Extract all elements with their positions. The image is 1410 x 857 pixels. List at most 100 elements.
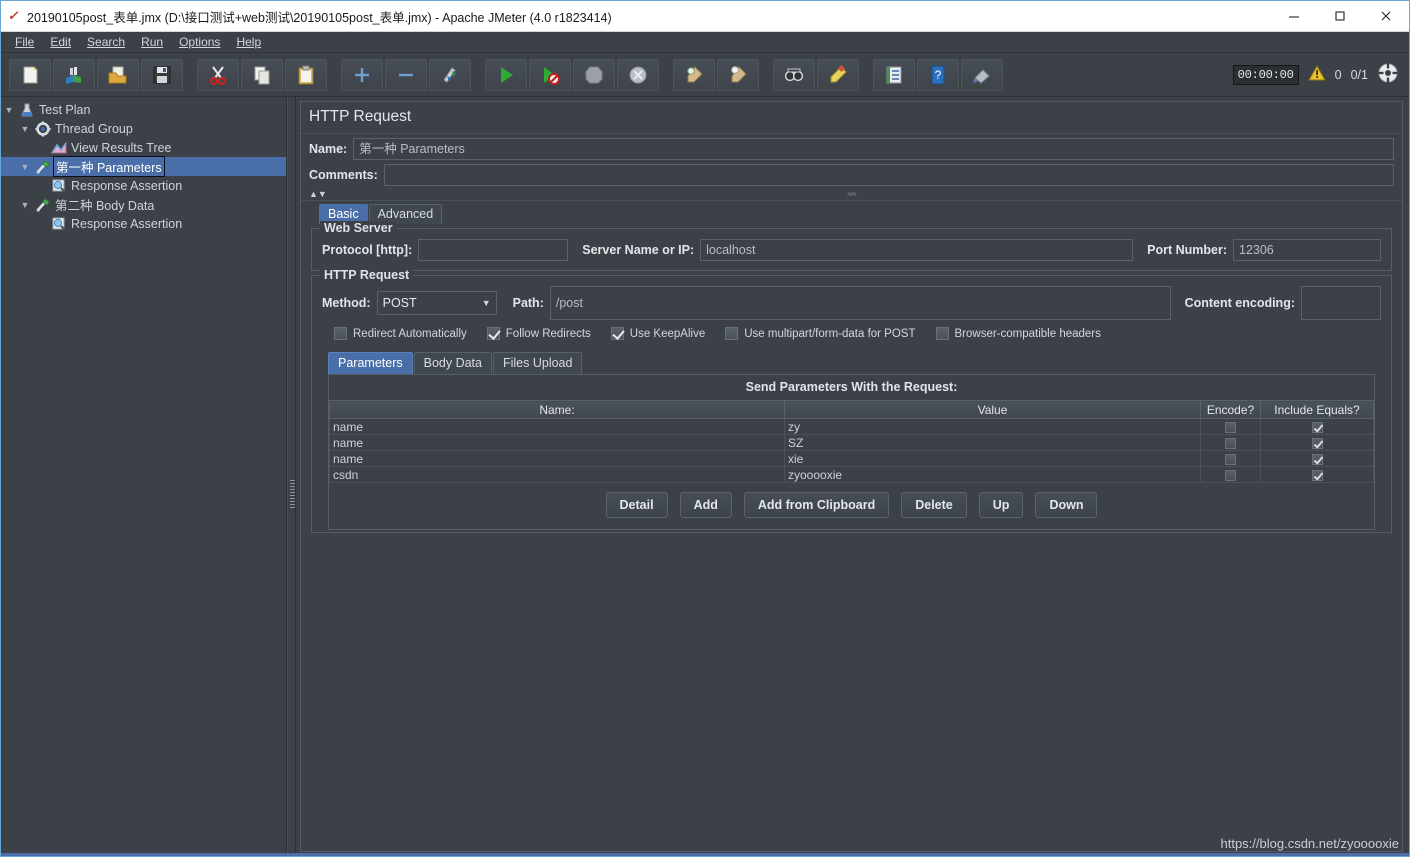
tree-node-response-assertion-1[interactable]: Response Assertion <box>1 176 286 195</box>
cell-name[interactable]: name <box>329 434 785 451</box>
subtab-parameters[interactable]: Parameters <box>328 352 413 374</box>
checkbox-box[interactable] <box>935 327 949 340</box>
cell-name[interactable]: csdn <box>329 466 785 483</box>
include-equals-checkbox[interactable] <box>1311 469 1323 481</box>
reset-search-icon[interactable] <box>817 58 859 91</box>
detail-button[interactable]: Detail <box>605 492 668 518</box>
checkbox-follow-redirects[interactable]: Follow Redirects <box>486 327 591 340</box>
undo-icon[interactable] <box>961 58 1003 91</box>
encode-checkbox[interactable] <box>1225 469 1236 481</box>
minimize-button[interactable] <box>1271 1 1317 32</box>
table-row[interactable]: csdn zyooooxie <box>329 466 1374 483</box>
twisty-icon[interactable]: ▼ <box>17 162 33 172</box>
tree-node-thread-group[interactable]: ▼ Thread Group <box>1 119 286 138</box>
down-button[interactable]: Down <box>1035 492 1098 518</box>
tree-node-http-request-body-data[interactable]: ▼ 第二种 Body Data <box>1 195 286 214</box>
parameters-table[interactable]: Name: Value Encode? Include Equals? name <box>329 400 1374 483</box>
expand-all-icon[interactable] <box>341 58 383 91</box>
collapse-all-icon[interactable] <box>385 58 427 91</box>
clear-icon[interactable] <box>673 58 715 91</box>
checkbox-box[interactable] <box>725 327 739 340</box>
cell-include-equals[interactable] <box>1260 466 1374 483</box>
close-button[interactable] <box>1363 1 1409 32</box>
column-header-name[interactable]: Name: <box>329 400 785 419</box>
clear-all-icon[interactable] <box>717 58 759 91</box>
start-no-timers-icon[interactable] <box>529 58 571 91</box>
cut-icon[interactable] <box>197 58 239 91</box>
warning-triangle-icon[interactable] <box>1307 64 1326 86</box>
content-encoding-input[interactable] <box>1301 286 1381 320</box>
cell-include-equals[interactable] <box>1260 434 1374 451</box>
include-equals-checkbox[interactable] <box>1311 453 1323 465</box>
toggle-icon[interactable] <box>429 58 471 91</box>
split-grip[interactable] <box>290 480 295 508</box>
subtab-files-upload[interactable]: Files Upload <box>492 352 583 374</box>
templates-icon[interactable] <box>53 58 95 91</box>
checkbox-use-keepalive[interactable]: Use KeepAlive <box>610 327 705 340</box>
checkbox-redirect-automatically[interactable]: Redirect Automatically <box>334 327 467 340</box>
protocol-input[interactable] <box>418 239 569 261</box>
twisty-icon[interactable]: ▼ <box>1 105 17 115</box>
twisty-icon[interactable]: ▼ <box>17 124 33 134</box>
cell-encode[interactable] <box>1200 434 1261 451</box>
cell-include-equals[interactable] <box>1260 418 1374 435</box>
server-name-input[interactable]: localhost <box>700 239 1134 261</box>
help-icon[interactable]: ? <box>917 58 959 91</box>
menu-run[interactable]: Run <box>133 34 171 50</box>
include-equals-checkbox[interactable] <box>1311 421 1323 433</box>
column-header-value[interactable]: Value <box>784 400 1201 419</box>
stop-icon[interactable] <box>573 58 615 91</box>
start-icon[interactable] <box>485 58 527 91</box>
menu-search[interactable]: Search <box>79 34 133 50</box>
checkbox-browser-compatible-headers[interactable]: Browser-compatible headers <box>935 327 1101 340</box>
cell-value[interactable]: xie <box>784 450 1201 467</box>
chevron-down-icon[interactable]: ▼ <box>482 292 491 314</box>
add-button[interactable]: Add <box>679 492 732 518</box>
split-divider[interactable] <box>287 97 296 856</box>
column-header-include-equals[interactable]: Include Equals? <box>1260 400 1374 419</box>
checkbox-box[interactable] <box>486 327 500 340</box>
cell-include-equals[interactable] <box>1260 450 1374 467</box>
path-input[interactable]: /post <box>549 286 1171 320</box>
twisty-icon[interactable]: ▼ <box>17 200 33 210</box>
column-header-encode[interactable]: Encode? <box>1200 400 1261 419</box>
drag-handle-icon[interactable]: ≈≈ <box>848 189 857 199</box>
new-icon[interactable] <box>9 58 51 91</box>
checkbox-box[interactable] <box>610 327 624 340</box>
cell-value[interactable]: SZ <box>784 434 1201 451</box>
menu-file[interactable]: File <box>7 34 42 50</box>
cell-encode[interactable] <box>1200 418 1261 435</box>
delete-button[interactable]: Delete <box>901 492 967 518</box>
save-icon[interactable] <box>141 58 183 91</box>
cell-encode[interactable] <box>1200 450 1261 467</box>
encode-checkbox[interactable] <box>1225 453 1236 465</box>
collapse-arrows-icon[interactable]: ▲▼ <box>309 189 327 199</box>
method-select[interactable]: POST ▼ <box>376 291 497 315</box>
function-helper-icon[interactable] <box>873 58 915 91</box>
encode-checkbox[interactable] <box>1225 437 1236 449</box>
copy-icon[interactable] <box>241 58 283 91</box>
tree-node-view-results-tree[interactable]: View Results Tree <box>1 138 286 157</box>
add-from-clipboard-button[interactable]: Add from Clipboard <box>743 492 890 518</box>
cell-value[interactable]: zyooooxie <box>784 466 1201 483</box>
subtab-body-data[interactable]: Body Data <box>413 352 492 374</box>
up-button[interactable]: Up <box>978 492 1024 518</box>
cell-encode[interactable] <box>1200 466 1261 483</box>
checkbox-use-multipart-form-data[interactable]: Use multipart/form-data for POST <box>725 327 916 340</box>
cell-name[interactable]: name <box>329 450 785 467</box>
name-input[interactable]: 第一种 Parameters <box>353 138 1394 160</box>
include-equals-checkbox[interactable] <box>1311 437 1323 449</box>
menu-options[interactable]: Options <box>171 34 228 50</box>
tree-node-test-plan[interactable]: ▼ Test Plan <box>1 100 286 119</box>
table-row[interactable]: name SZ <box>329 434 1374 451</box>
comments-input[interactable] <box>383 164 1394 186</box>
menu-help[interactable]: Help <box>228 34 269 50</box>
tree-node-response-assertion-2[interactable]: Response Assertion <box>1 214 286 233</box>
table-row[interactable]: name zy <box>329 418 1374 435</box>
encode-checkbox[interactable] <box>1225 421 1236 433</box>
cell-name[interactable]: name <box>329 418 785 435</box>
test-plan-tree[interactable]: ▼ Test Plan ▼ Thread Group View Results … <box>1 97 287 856</box>
menu-edit[interactable]: Edit <box>42 34 79 50</box>
cell-value[interactable]: zy <box>784 418 1201 435</box>
maximize-button[interactable] <box>1317 1 1363 32</box>
